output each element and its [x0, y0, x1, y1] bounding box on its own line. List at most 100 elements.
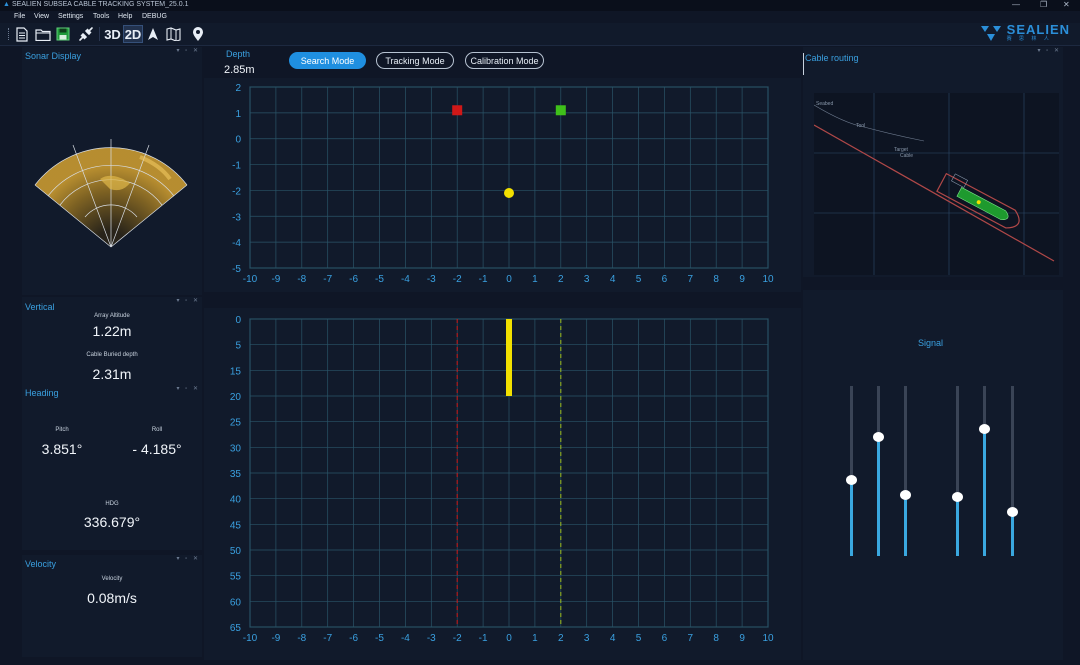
- tracking-mode-button[interactable]: Tracking Mode: [376, 52, 454, 69]
- y-tick-label: 0: [235, 315, 241, 326]
- panel-controls[interactable]: ▾ ▫ ✕: [177, 47, 201, 54]
- app-logo-icon: ▲: [3, 1, 10, 8]
- hdg-value: 336.679°: [83, 514, 141, 530]
- title-bar: ▲ SEALIEN SUBSEA CABLE TRACKING SYSTEM_2…: [0, 0, 1080, 11]
- position-chart: -10 -9 -8 -7 -6 -5 -4 -3 -2 -1 0 1 2 3 4 5 6 7 8 9 10210-1-2…: [232, 83, 774, 285]
- signal-slider-handle[interactable]: [900, 489, 911, 500]
- marker-circle: [504, 188, 514, 199]
- signal-slider-handle[interactable]: [1007, 506, 1018, 517]
- minimize-button[interactable]: —: [1012, 0, 1020, 9]
- map-icon[interactable]: [165, 25, 181, 43]
- x-tick-label: -5: [375, 633, 384, 644]
- new-file-icon[interactable]: [14, 25, 30, 43]
- connect-icon[interactable]: [77, 25, 95, 43]
- sealien-logo-icon: [980, 26, 1001, 41]
- cable-position-bar: [506, 319, 512, 396]
- toolbar: 3D 2D: [0, 23, 1080, 46]
- y-tick-label: 65: [230, 623, 242, 634]
- x-tick-label: -9: [271, 633, 280, 644]
- open-folder-icon[interactable]: [34, 25, 52, 43]
- cable-routing-map: Seabed Tool Target Cable: [814, 93, 1059, 275]
- pitch-value: 3.851°: [41, 441, 83, 457]
- x-tick-label: -9: [271, 274, 280, 285]
- menu-help[interactable]: Help: [118, 13, 132, 20]
- brand-logo: SEALIEN 赛 思 林 人: [980, 22, 1070, 44]
- heading-title: Heading: [25, 388, 59, 398]
- x-tick-label: 8: [713, 274, 719, 285]
- depth-chart-panel: -10 -9 -8 -7 -6 -5 -4 -3 -2 -1 0 1 2 3 4 5 6 7 8 9 10 0 5 15 20 2…: [204, 308, 801, 660]
- sonar-fan-image: [34, 139, 188, 248]
- panel-controls[interactable]: ▾ ▫ ✕: [177, 297, 201, 304]
- signal-slider-handle[interactable]: [979, 423, 990, 434]
- map-label: Cable: [900, 153, 913, 159]
- depth-value: 2.85m: [224, 64, 255, 76]
- hdg-label: HDG: [105, 501, 119, 507]
- x-tick-label: -4: [401, 633, 410, 644]
- x-tick-label: -4: [401, 274, 410, 285]
- map-label: Tool: [856, 123, 865, 129]
- menu-bar: File View Settings Tools Help DEBUG: [0, 11, 1080, 23]
- calibration-mode-button[interactable]: Calibration Mode: [465, 52, 544, 69]
- x-tick-label: 4: [610, 633, 616, 644]
- vertical-title: Vertical: [25, 302, 55, 312]
- x-tick-label: -5: [375, 274, 384, 285]
- menu-debug[interactable]: DEBUG: [142, 13, 167, 20]
- marker-square: [555, 105, 566, 116]
- y-tick-label: -4: [232, 238, 241, 249]
- panel-controls[interactable]: ▾ ▫ ✕: [177, 555, 201, 562]
- search-mode-button[interactable]: Search Mode: [289, 52, 366, 69]
- signal-slider-fill: [956, 496, 959, 556]
- depth-chart: -10 -9 -8 -7 -6 -5 -4 -3 -2 -1 0 1 2 3 4 5 6 7 8 9 100515202…: [230, 315, 774, 644]
- y-tick-label: -3: [232, 212, 241, 223]
- x-tick-label: 10: [762, 274, 774, 285]
- brand-text: SEALIEN 赛 思 林 人: [1006, 22, 1070, 42]
- y-tick-label: 55: [230, 572, 242, 583]
- menu-settings[interactable]: Settings: [58, 13, 83, 20]
- 3d-view-button[interactable]: 3D: [103, 25, 122, 43]
- maximize-button[interactable]: ❐: [1040, 0, 1047, 9]
- y-tick-label: -2: [232, 186, 241, 197]
- x-tick-label: 0: [506, 274, 512, 285]
- x-tick-label: 9: [739, 274, 745, 285]
- x-tick-label: 6: [662, 274, 668, 285]
- x-tick-label: 7: [688, 274, 694, 285]
- navigate-icon[interactable]: [146, 25, 160, 43]
- 2d-view-button[interactable]: 2D: [123, 25, 143, 43]
- y-tick-label: 25: [230, 418, 242, 429]
- x-tick-label: -7: [323, 274, 332, 285]
- x-tick-label: -10: [243, 633, 258, 644]
- x-tick-label: -1: [479, 633, 488, 644]
- sonar-display-title: Sonar Display: [25, 51, 82, 61]
- x-tick-label: -8: [297, 274, 306, 285]
- x-tick-label: 4: [610, 274, 616, 285]
- menu-view[interactable]: View: [34, 13, 49, 20]
- panel-controls[interactable]: ▾ ▫ ✕: [1038, 47, 1062, 54]
- cable-buried-label: Cable Buried depth: [86, 352, 138, 358]
- y-tick-label: 5: [235, 341, 241, 352]
- menu-tools[interactable]: Tools: [93, 13, 109, 20]
- brand-name: SEALIEN: [1006, 22, 1070, 37]
- velocity-label: Velocity: [101, 576, 123, 582]
- velocity-title: Velocity: [25, 559, 57, 569]
- y-tick-label: 40: [230, 495, 242, 506]
- vertical-panel: Vertical ▾ ▫ ✕ Array Altitude 1.22m Cabl…: [22, 297, 202, 385]
- menu-file[interactable]: File: [14, 13, 25, 20]
- x-tick-label: 9: [739, 633, 745, 644]
- y-tick-label: 30: [230, 443, 242, 454]
- signal-slider-handle[interactable]: [846, 474, 857, 485]
- y-tick-label: 50: [230, 546, 242, 557]
- save-icon[interactable]: [55, 25, 71, 43]
- toolbar-separator: [99, 27, 100, 41]
- signal-slider-handle[interactable]: [952, 491, 963, 502]
- signal-slider-handle[interactable]: [873, 432, 884, 442]
- window-title: SEALIEN SUBSEA CABLE TRACKING SYSTEM_25.…: [12, 1, 189, 8]
- close-button[interactable]: ✕: [1063, 0, 1070, 9]
- signal-title: Signal: [918, 338, 944, 348]
- array-altitude-label: Array Altitude: [94, 313, 130, 319]
- location-pin-icon[interactable]: [190, 25, 206, 43]
- x-tick-label: 7: [688, 633, 694, 644]
- y-tick-label: -5: [232, 264, 241, 275]
- signal-slider-fill: [850, 479, 853, 556]
- panel-controls[interactable]: ▾ ▫ ✕: [177, 385, 201, 392]
- x-tick-label: 0: [506, 633, 512, 644]
